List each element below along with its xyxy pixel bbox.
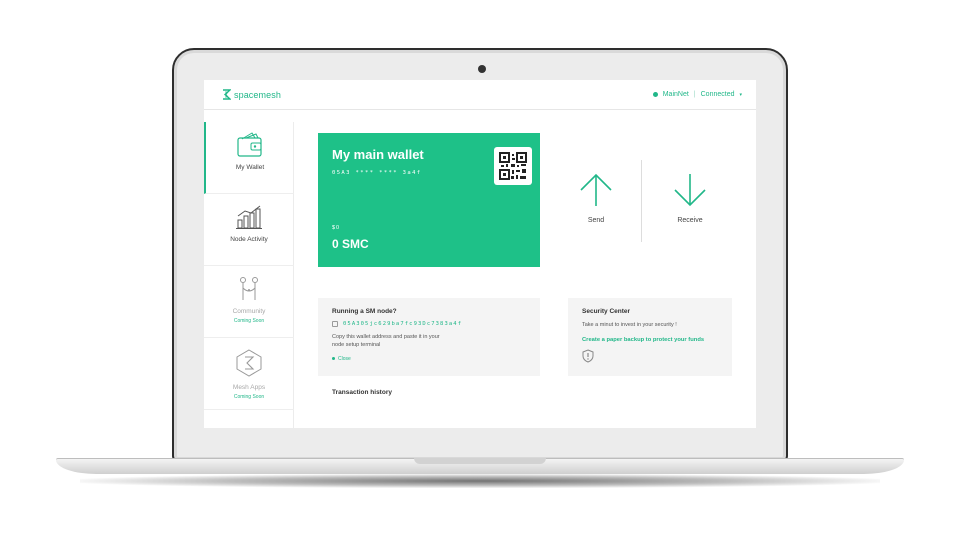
sidebar-item-mesh-apps[interactable]: Mesh Apps Coming Soon <box>204 338 294 410</box>
wallet-usd-value: $0 <box>332 225 341 231</box>
app-screen: spacemesh MainNet | Connected ▾ My Walle… <box>204 80 756 428</box>
status-separator: | <box>693 91 696 98</box>
sidebar-item-label: Node Activity <box>230 236 268 243</box>
send-button[interactable]: Send <box>566 172 626 224</box>
arrow-down-icon <box>674 174 706 207</box>
brand-name: spacemesh <box>234 89 281 100</box>
sidebar-item-label: Community <box>232 308 266 315</box>
mesh-apps-icon <box>236 349 262 377</box>
wallet-icon <box>237 132 262 157</box>
send-label: Send <box>587 217 605 224</box>
security-text: Take a minut to invest in your security … <box>582 322 677 328</box>
app-header: spacemesh MainNet | Connected ▾ <box>204 80 756 110</box>
qr-code-icon <box>499 152 527 180</box>
community-icon <box>240 277 258 300</box>
status-dot-icon <box>652 92 658 97</box>
laptop-shadow <box>80 474 880 488</box>
wallet-balance: 0 SMC <box>332 237 369 251</box>
node-panel-description: Copy this wallet address and paste it in… <box>332 334 440 348</box>
sidebar-item-community[interactable]: Community Coming Soon <box>204 266 294 338</box>
transaction-history-title: Transaction history <box>332 389 392 396</box>
security-center-panel: Security Center Take a minut to invest i… <box>568 298 732 376</box>
laptop-notch <box>414 458 546 464</box>
sidebar-item-label: Mesh Apps <box>232 384 266 391</box>
node-panel-title: Running a SM node? <box>332 308 397 315</box>
sidebar-item-node-activity[interactable]: Node Activity <box>204 194 294 266</box>
bar-chart-icon <box>236 205 262 229</box>
close-dot-icon <box>332 357 335 361</box>
security-title: Security Center <box>582 308 631 315</box>
brand: spacemesh <box>222 89 281 100</box>
network-name: MainNet <box>662 91 689 98</box>
network-status[interactable]: MainNet | Connected ▾ <box>652 91 742 98</box>
qr-code-button[interactable] <box>494 147 532 185</box>
close-label: Close <box>338 355 351 362</box>
node-address-row[interactable]: 05A305jc629ba7fc93Dc7383a4f <box>332 321 526 327</box>
receive-button[interactable]: Receive <box>660 172 720 224</box>
laptop-lid: spacemesh MainNet | Connected ▾ My Walle… <box>172 48 788 462</box>
sidebar-item-my-wallet[interactable]: My Wallet <box>204 122 294 194</box>
copy-icon[interactable] <box>332 321 338 327</box>
coming-soon-badge: Coming Soon <box>233 318 265 324</box>
shield-icon <box>582 349 594 363</box>
coming-soon-badge: Coming Soon <box>233 394 265 400</box>
sidebar: My Wallet Node Activity Community Coming… <box>204 122 294 428</box>
spacemesh-logo-icon <box>223 89 231 100</box>
node-setup-panel: Running a SM node? 05A305jc629ba7fc93Dc7… <box>318 298 540 376</box>
connection-status: Connected <box>700 91 735 98</box>
webcam <box>478 65 486 73</box>
chevron-down-icon: ▾ <box>739 91 742 98</box>
close-button[interactable]: Close <box>332 356 526 362</box>
wallet-card[interactable]: My main wallet 05A3 **** **** 3a4f $0 0 … <box>318 133 540 267</box>
sidebar-item-label: My Wallet <box>235 164 265 171</box>
receive-label: Receive <box>677 217 703 224</box>
node-wallet-address: 05A305jc629ba7fc93Dc7383a4f <box>343 321 463 327</box>
paper-backup-link[interactable]: Create a paper backup to protect your fu… <box>582 337 718 343</box>
arrow-up-icon <box>580 173 612 206</box>
action-divider <box>641 160 642 242</box>
